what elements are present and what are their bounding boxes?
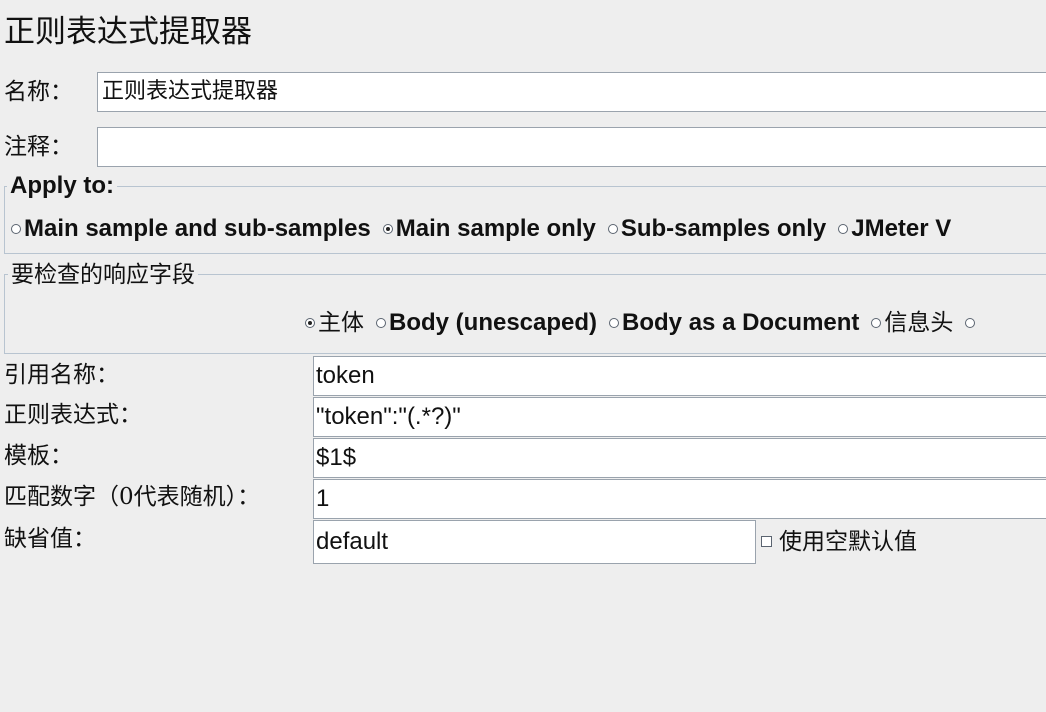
apply-to-options: Main sample and sub-samples Main sample … (11, 214, 963, 244)
use-empty-default-label: 使用空默认值 (779, 529, 917, 555)
radio-circle-icon[interactable] (965, 318, 976, 328)
regex-field[interactable]: "token":"(.*?)" (313, 397, 1046, 437)
radio-circle-icon[interactable] (11, 224, 21, 234)
template-label: 模板： (4, 443, 73, 469)
use-empty-default-checkbox[interactable] (761, 536, 772, 547)
radio-label: Main sample and sub-samples (24, 215, 371, 242)
radio-circle-icon[interactable] (838, 224, 849, 234)
radio-sub-only[interactable]: Sub-samples only (607, 214, 827, 244)
reference-name-label: 引用名称： (4, 362, 119, 388)
radio-headers[interactable]: 信息头 (871, 308, 953, 338)
reference-name-field[interactable]: token (313, 356, 1046, 396)
radio-body[interactable]: 主体 (305, 308, 364, 338)
radio-jmeter-variable[interactable]: JMeter V (838, 214, 951, 244)
match-no-label: 匹配数字（0代表随机）： (4, 484, 261, 510)
radio-circle-icon[interactable] (871, 318, 882, 328)
radio-body-as-document[interactable]: Body as a Document (609, 308, 859, 338)
radio-label: Main sample only (395, 215, 596, 242)
radio-circle-icon[interactable] (305, 318, 315, 328)
radio-label: Sub-samples only (620, 215, 827, 242)
radio-circle-icon[interactable] (382, 224, 393, 234)
name-field[interactable]: 正则表达式提取器 (97, 72, 1046, 112)
radio-circle-icon[interactable] (607, 224, 618, 234)
radio-circle-icon[interactable] (609, 318, 620, 328)
default-value-label: 缺省值： (4, 526, 96, 552)
match-no-field[interactable]: 1 (313, 479, 1046, 519)
radio-main-and-sub[interactable]: Main sample and sub-samples (11, 214, 371, 244)
radio-label: Body (unescaped) (389, 309, 598, 336)
regex-label: 正则表达式： (4, 402, 142, 428)
apply-to-title: Apply to: (7, 172, 117, 200)
radio-circle-icon[interactable] (376, 318, 386, 328)
response-field-title: 要检查的响应字段 (8, 261, 198, 289)
radio-label: Body as a Document (622, 309, 860, 336)
radio-label: 信息头 (884, 310, 954, 336)
response-field-options: 主体 Body (unescaped) Body as a Document 信… (305, 308, 990, 338)
template-field[interactable]: $1$ (313, 438, 1046, 478)
radio-label: JMeter V (851, 215, 952, 242)
comment-label: 注释： (4, 134, 73, 160)
radio-next-option[interactable] (965, 318, 978, 328)
radio-body-unescaped[interactable]: Body (unescaped) (376, 308, 597, 338)
default-value-field[interactable]: default (313, 520, 756, 564)
radio-main-only[interactable]: Main sample only (382, 214, 596, 244)
comment-field[interactable] (97, 127, 1046, 167)
name-label: 名称： (4, 79, 73, 105)
radio-label: 主体 (318, 310, 364, 336)
page-title: 正则表达式提取器 (4, 14, 252, 50)
